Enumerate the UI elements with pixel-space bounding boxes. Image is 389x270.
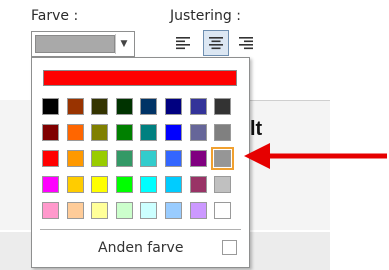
color-swatch[interactable] [190,150,207,167]
more-colors-swatch[interactable] [222,240,237,255]
align-left-icon [176,37,190,50]
color-swatch[interactable] [165,150,182,167]
color-swatch[interactable] [190,176,207,193]
align-center-button[interactable] [203,30,229,56]
color-swatch[interactable] [116,176,133,193]
color-swatch[interactable] [140,202,157,219]
color-label: Farve : [31,8,79,24]
color-swatch[interactable] [116,202,133,219]
align-center-icon [209,37,223,50]
background-divider [250,100,330,101]
color-swatch[interactable] [165,98,182,115]
alignment-label: Justering : [170,8,241,24]
color-swatch[interactable] [165,202,182,219]
color-swatch[interactable] [67,202,84,219]
color-swatch[interactable] [165,124,182,141]
align-left-button[interactable] [170,30,196,56]
color-swatch[interactable] [214,202,231,219]
color-swatch[interactable] [116,98,133,115]
color-swatch[interactable] [211,147,234,170]
color-swatch[interactable] [67,124,84,141]
color-swatch[interactable] [140,98,157,115]
color-swatch[interactable] [91,98,108,115]
background-text: lt [250,118,263,140]
color-dropdown[interactable]: ▼ [31,31,135,57]
color-swatch[interactable] [42,176,59,193]
align-right-icon [239,37,253,50]
color-swatch[interactable] [116,150,133,167]
color-swatch[interactable] [91,150,108,167]
color-swatch[interactable] [190,202,207,219]
color-swatch[interactable] [116,124,133,141]
color-swatch[interactable] [42,202,59,219]
color-swatch[interactable] [91,202,108,219]
color-swatch[interactable] [214,176,231,193]
color-swatch[interactable] [214,98,231,115]
more-colors-label[interactable]: Anden farve [98,240,183,256]
color-swatch[interactable] [67,98,84,115]
color-swatch[interactable] [140,124,157,141]
color-swatch[interactable] [140,150,157,167]
palette-divider [40,229,241,230]
color-swatch[interactable] [190,124,207,141]
chevron-down-icon[interactable]: ▼ [115,34,132,54]
color-swatch[interactable] [42,98,59,115]
color-swatch[interactable] [91,124,108,141]
color-palette-popup: Anden farve [31,57,250,268]
color-swatch[interactable] [42,124,59,141]
color-swatch[interactable] [42,150,59,167]
color-swatch[interactable] [67,176,84,193]
color-swatch[interactable] [190,98,207,115]
color-swatch[interactable] [165,176,182,193]
selected-color-swatch [35,35,115,53]
color-swatch[interactable] [214,124,231,141]
align-right-button[interactable] [233,30,259,56]
color-swatch[interactable] [67,150,84,167]
color-swatch[interactable] [91,176,108,193]
color-swatch[interactable] [140,176,157,193]
red-color-bar[interactable] [43,70,237,86]
